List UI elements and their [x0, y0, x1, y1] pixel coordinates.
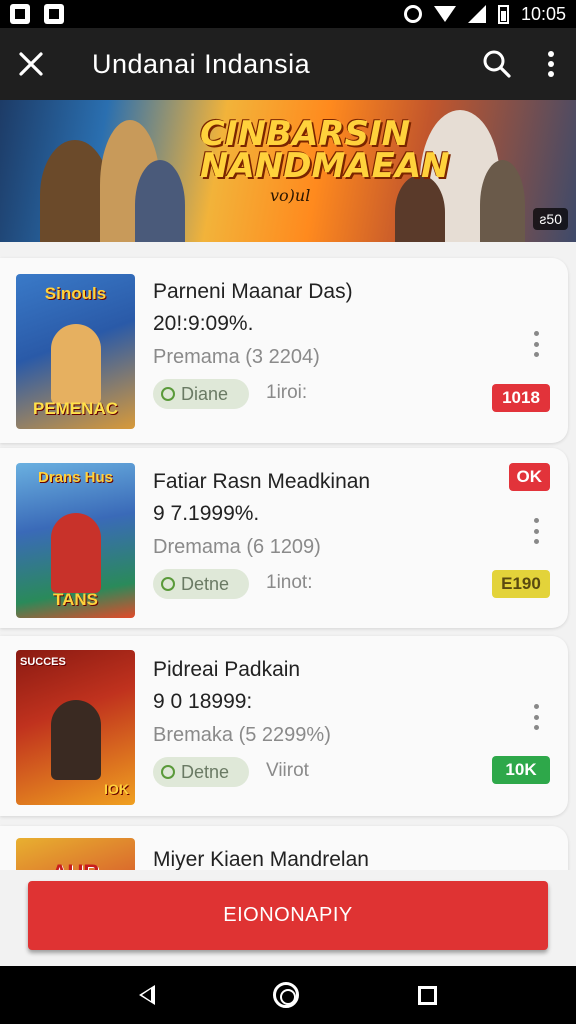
system-navigation-bar: [0, 966, 576, 1024]
item-subtitle: Bremaka (5 2299%): [153, 724, 331, 746]
wifi-icon: [433, 6, 456, 22]
item-value: 9 0 18999:: [153, 690, 253, 713]
thumbnail-title: Sinouls: [44, 284, 107, 303]
thumbnail-caption: PEMENAC: [32, 399, 118, 418]
banner-character: [480, 160, 525, 242]
thumbnail-character: [51, 700, 101, 780]
status-tag-label: Detne: [181, 573, 230, 594]
item-subtitle: Premama (3 2204): [153, 346, 320, 368]
status-icon: [161, 387, 175, 401]
item-title: Miyer Kiaen Mandrelan: [153, 848, 369, 871]
banner-subtitle: vo)ul: [270, 186, 311, 205]
app-bar: Undanai Indansia: [0, 28, 576, 100]
list-item[interactable]: Drans Hus TANS Fatiar Rasn Meadkinan 9 7…: [0, 448, 568, 628]
item-menu-button[interactable]: [532, 704, 540, 730]
home-icon[interactable]: [273, 982, 300, 1008]
thumbnail-title: SUCCES: [20, 656, 66, 668]
promo-banner[interactable]: CINBARSIN NANDMAEAN vo)ul ƨ50: [0, 100, 576, 242]
page-title: Undanai Indansia: [92, 48, 311, 79]
item-subtitle: Dremama (6 1209): [153, 536, 321, 558]
thumbnail-character: [51, 513, 101, 593]
recents-icon[interactable]: [417, 985, 437, 1005]
search-icon: [483, 50, 511, 78]
banner-badge: ƨ50: [533, 208, 568, 230]
close-button[interactable]: [0, 28, 62, 100]
status-tag[interactable]: Detne: [153, 569, 249, 599]
clock: 10:05: [520, 3, 566, 24]
list-item[interactable]: Sinouls PEMENAC Parneni Maanar Das) 20!:…: [0, 258, 568, 443]
alarm-icon: [403, 5, 422, 23]
status-tag-label: Diane: [181, 383, 229, 404]
item-menu-button[interactable]: [532, 518, 540, 544]
ok-badge: OK: [508, 463, 550, 491]
status-tag[interactable]: Detne: [153, 757, 249, 787]
item-title: Parneni Maanar Das): [153, 280, 353, 303]
list-item[interactable]: SUCCES IOK Pidreai Padkain 9 0 18999: Br…: [0, 636, 568, 816]
item-meta: Viirot: [266, 760, 309, 781]
item-meta: 1iroi:: [266, 382, 308, 403]
signal-icon: [467, 5, 486, 23]
banner-title: CINBARSIN NANDMAEAN: [200, 114, 450, 186]
count-badge: E190: [492, 570, 550, 598]
banner-character: [135, 160, 185, 242]
item-meta: 1inot:: [266, 572, 313, 593]
thumbnail-caption: TANS: [52, 590, 98, 609]
more-vert-icon: [548, 51, 554, 77]
game-thumbnail: Sinouls PEMENAC: [16, 274, 135, 429]
item-value: 9 7.1999%.: [153, 502, 260, 525]
item-value: 20!:9:09%.: [153, 312, 254, 335]
thumbnail-title: Drans Hus: [37, 469, 114, 486]
status-bar: 10:05: [0, 0, 576, 28]
notification-icon: [44, 4, 64, 24]
primary-action-button[interactable]: EIONONAPIY: [28, 881, 548, 950]
overflow-menu-button[interactable]: [526, 28, 576, 100]
thumbnail-character: [51, 324, 101, 404]
notification-icon: [10, 4, 30, 24]
game-thumbnail: SUCCES IOK: [16, 650, 135, 805]
status-icon: [161, 577, 175, 591]
thumbnail-caption: IOK: [104, 781, 129, 797]
count-badge: 10K: [492, 756, 550, 784]
status-tag-label: Detne: [181, 761, 230, 782]
count-badge: 1018: [492, 384, 550, 412]
game-thumbnail: Drans Hus TANS: [16, 463, 135, 618]
item-title: Pidreai Padkain: [153, 658, 301, 681]
status-tag[interactable]: Diane: [153, 379, 249, 409]
back-icon[interactable]: [139, 985, 156, 1005]
close-icon: [19, 52, 43, 76]
battery-icon: [497, 4, 509, 24]
item-title: Fatiar Rasn Meadkinan: [153, 470, 371, 493]
status-icon: [161, 765, 175, 779]
search-button[interactable]: [468, 28, 526, 100]
item-menu-button[interactable]: [532, 331, 540, 357]
